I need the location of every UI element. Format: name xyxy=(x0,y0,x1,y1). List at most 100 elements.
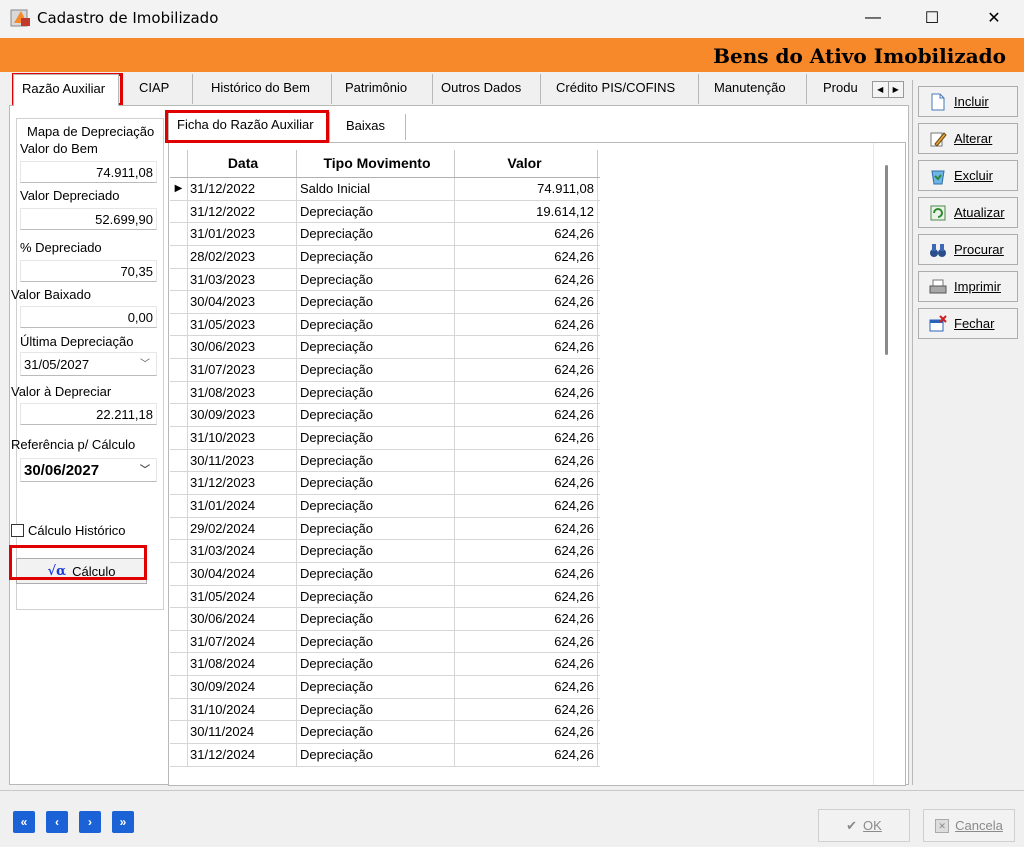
table-row[interactable]: 30/04/2023 Depreciação 624,26 xyxy=(170,291,600,314)
cell-valor: 624,26 xyxy=(455,585,598,608)
table-row[interactable]: 31/03/2024 Depreciação 624,26 xyxy=(170,540,600,563)
cell-data: 31/07/2023 xyxy=(188,359,297,381)
incluir-button[interactable]: Incluir xyxy=(918,86,1018,117)
cell-tipo-movimento: Depreciação xyxy=(297,291,455,313)
table-row[interactable]: 31/01/2023 Depreciação 624,26 xyxy=(170,223,600,246)
chevron-down-icon: ﹀ xyxy=(140,359,150,370)
procurar-button[interactable]: Procurar xyxy=(918,234,1018,265)
tab-credito-pis-cofins[interactable]: Crédito PIS/COFINS xyxy=(548,74,699,104)
cancela-button[interactable]: ✕ Cancela xyxy=(923,809,1015,842)
cell-data: 30/06/2023 xyxy=(188,336,297,359)
pct-depreciado-field[interactable]: 70,35 xyxy=(20,260,157,282)
previous-record-button[interactable]: ‹ xyxy=(46,811,68,833)
valor-depreciado-field[interactable]: 52.699,90 xyxy=(20,208,157,230)
tab-outros-dados[interactable]: Outros Dados xyxy=(433,74,541,104)
table-row[interactable]: 30/06/2024 Depreciação 624,26 xyxy=(170,608,600,631)
tab-baixas[interactable]: Baixas xyxy=(338,114,406,140)
recycle-bin-icon xyxy=(929,167,947,185)
table-row[interactable]: 31/03/2023 Depreciação 624,26 xyxy=(170,268,600,292)
table-row[interactable]: 31/07/2023 Depreciação 624,26 xyxy=(170,359,600,382)
column-header-data[interactable]: Data xyxy=(188,150,297,177)
table-row[interactable]: 29/02/2024 Depreciação 624,26 xyxy=(170,517,600,541)
cell-data: 30/09/2023 xyxy=(188,404,297,427)
table-row[interactable]: 31/07/2024 Depreciação 624,26 xyxy=(170,630,600,654)
razao-grid[interactable]: Data Tipo Movimento Valor ▶ 31/12/2022 Sal… xyxy=(170,150,600,767)
ultima-depreciacao-select[interactable]: 31/05/2027 ﹀ xyxy=(20,352,157,376)
cell-valor: 624,26 xyxy=(455,494,598,517)
vertical-scrollbar[interactable] xyxy=(885,165,888,355)
cell-data: 31/03/2024 xyxy=(188,540,297,562)
next-record-button[interactable]: › xyxy=(79,811,101,833)
tab-producao[interactable]: Produ xyxy=(815,74,873,104)
cell-tipo-movimento: Depreciação xyxy=(297,359,455,381)
valor-bem-field[interactable]: 74.911,08 xyxy=(20,161,157,183)
table-row[interactable]: 31/05/2023 Depreciação 624,26 xyxy=(170,313,600,337)
bottom-bar: « ‹ › » ✔ OK ✕ Cancela xyxy=(0,790,1024,847)
tab-razao-auxiliar[interactable]: Razão Auxiliar xyxy=(13,74,119,106)
row-indicator xyxy=(170,562,188,585)
table-row[interactable]: 31/12/2023 Depreciação 624,26 xyxy=(170,472,600,495)
last-record-button[interactable]: » xyxy=(112,811,134,833)
tab-historico-do-bem[interactable]: Histórico do Bem xyxy=(203,74,332,104)
table-row[interactable]: 31/12/2022 Depreciação 19.614,12 xyxy=(170,200,600,224)
table-row[interactable]: 31/08/2024 Depreciação 624,26 xyxy=(170,653,600,677)
table-row[interactable]: 31/10/2023 Depreciação 624,26 xyxy=(170,427,600,450)
current-row-indicator-icon: ▶ xyxy=(170,178,188,200)
atualizar-button[interactable]: Atualizar xyxy=(918,197,1018,228)
alterar-button[interactable]: Alterar xyxy=(918,123,1018,154)
table-row[interactable]: 30/09/2023 Depreciação 624,26 xyxy=(170,404,600,428)
valor-baixado-field[interactable]: 0,00 xyxy=(20,306,157,328)
cell-data: 31/12/2022 xyxy=(188,200,297,223)
column-header-valor[interactable]: Valor xyxy=(455,150,598,177)
tab-scroll-left-icon[interactable]: ◀ xyxy=(873,82,888,97)
valor-a-depreciar-field[interactable]: 22.211,18 xyxy=(20,403,157,425)
calculo-historico-checkbox[interactable]: Cálculo Histórico xyxy=(11,523,126,538)
ok-button[interactable]: ✔ OK xyxy=(818,809,910,842)
row-indicator xyxy=(170,336,188,359)
minimize-button[interactable]: — xyxy=(850,0,896,36)
table-row[interactable]: 30/06/2023 Depreciação 624,26 xyxy=(170,336,600,360)
table-row[interactable]: ▶ 31/12/2022 Saldo Inicial 74.911,08 xyxy=(170,178,600,201)
cell-tipo-movimento: Depreciação xyxy=(297,562,455,585)
row-indicator xyxy=(170,540,188,562)
table-row[interactable]: 31/08/2023 Depreciação 624,26 xyxy=(170,381,600,405)
main-tabs: Razão Auxiliar CIAP Histórico do Bem Pat… xyxy=(9,74,914,106)
tab-scroll-buttons[interactable]: ◀ ▶ xyxy=(872,81,904,98)
cell-tipo-movimento: Depreciação xyxy=(297,449,455,472)
razao-grid-frame: Data Tipo Movimento Valor ▶ 31/12/2022 Sal… xyxy=(168,142,906,786)
fechar-button[interactable]: Fechar xyxy=(918,308,1018,339)
table-row[interactable]: 31/05/2024 Depreciação 624,26 xyxy=(170,585,600,609)
table-row[interactable]: 30/04/2024 Depreciação 624,26 xyxy=(170,562,600,586)
imprimir-button[interactable]: Imprimir xyxy=(918,271,1018,302)
checkbox-icon[interactable] xyxy=(11,524,24,537)
cell-valor: 624,26 xyxy=(455,359,598,381)
row-indicator xyxy=(170,517,188,540)
cell-valor: 624,26 xyxy=(455,744,598,766)
table-row[interactable]: 28/02/2023 Depreciação 624,26 xyxy=(170,245,600,269)
cell-valor: 624,26 xyxy=(455,449,598,472)
table-row[interactable]: 31/12/2024 Depreciação 624,26 xyxy=(170,744,600,767)
tab-ciap[interactable]: CIAP xyxy=(131,74,193,104)
binoculars-icon xyxy=(929,241,947,259)
table-row[interactable]: 31/01/2024 Depreciação 624,26 xyxy=(170,494,600,518)
cell-data: 31/10/2024 xyxy=(188,698,297,721)
cell-tipo-movimento: Depreciação xyxy=(297,200,455,223)
cell-valor: 624,26 xyxy=(455,540,598,562)
table-row[interactable]: 30/11/2024 Depreciação 624,26 xyxy=(170,721,600,745)
tab-scroll-right-icon[interactable]: ▶ xyxy=(887,82,904,97)
table-row[interactable]: 31/10/2024 Depreciação 624,26 xyxy=(170,698,600,722)
first-record-button[interactable]: « xyxy=(13,811,35,833)
referencia-select[interactable]: 30/06/2027 ﹀ xyxy=(20,458,157,482)
cell-tipo-movimento: Depreciação xyxy=(297,744,455,766)
cell-data: 31/03/2023 xyxy=(188,268,297,291)
maximize-button[interactable]: ☐ xyxy=(909,0,955,36)
valor-a-depreciar-label: Valor à Depreciar xyxy=(11,384,112,399)
close-button[interactable]: ✕ xyxy=(971,0,1017,36)
tab-manutencao[interactable]: Manutenção xyxy=(706,74,807,104)
table-row[interactable]: 30/09/2024 Depreciação 624,26 xyxy=(170,676,600,699)
column-header-tipo-movimento[interactable]: Tipo Movimento xyxy=(297,150,455,177)
table-row[interactable]: 30/11/2023 Depreciação 624,26 xyxy=(170,449,600,473)
tab-patrimonio[interactable]: Patrimônio xyxy=(337,74,433,104)
excluir-button[interactable]: Excluir xyxy=(918,160,1018,191)
row-indicator xyxy=(170,472,188,494)
